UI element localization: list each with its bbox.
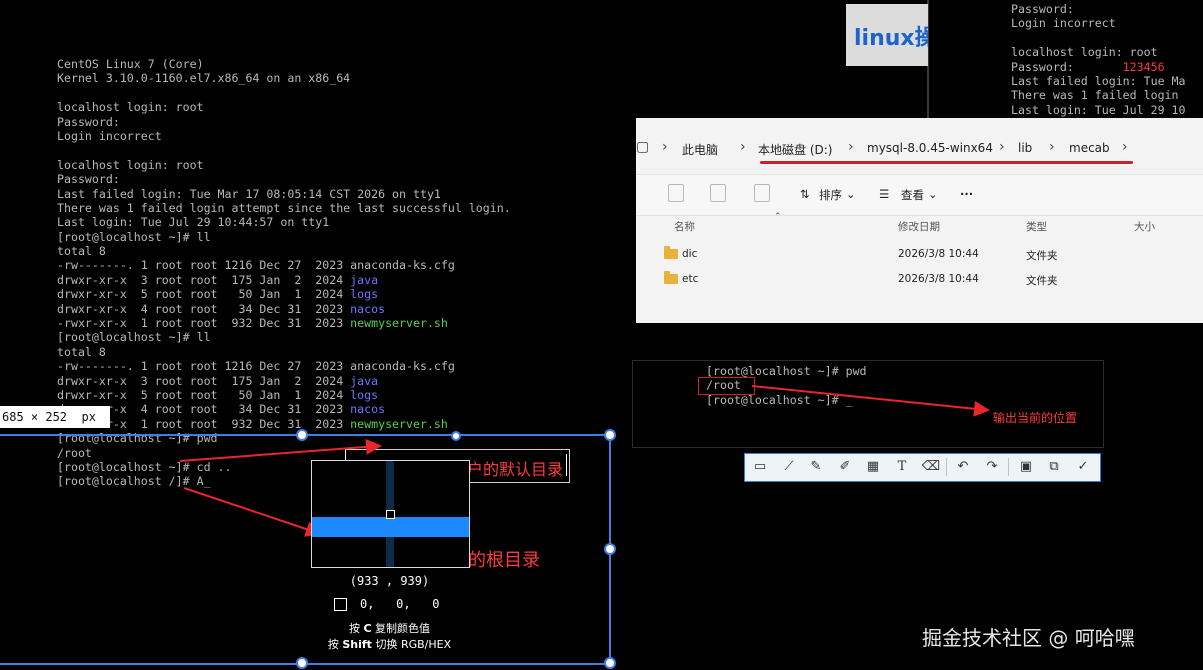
hint-key: C bbox=[363, 622, 372, 635]
watermark: 掘金技术社区 @ 呵哈嘿 bbox=[922, 626, 1135, 650]
arrow-mid bbox=[751, 385, 990, 417]
color-value: 0, 0, 0 bbox=[360, 597, 440, 611]
hint-text: 按 bbox=[327, 638, 343, 651]
hint-text: 切换 RGB/HEX bbox=[371, 638, 452, 651]
color-magnifier bbox=[311, 460, 470, 568]
magnifier-center-pixel bbox=[386, 510, 395, 519]
hint-text: 复制颜色值 bbox=[371, 622, 431, 635]
arrow-root bbox=[183, 487, 322, 537]
copy-color-hint: 按 C 复制颜色值 bbox=[311, 620, 468, 636]
hint-text: 按 bbox=[348, 622, 364, 635]
color-swatch bbox=[334, 598, 347, 611]
switch-format-hint: 按 Shift 切换 RGB/HEX bbox=[311, 636, 468, 652]
cursor-coordinates: (933 , 939) bbox=[349, 574, 430, 588]
hint-key: Shift bbox=[342, 638, 372, 651]
arrow-pwd bbox=[179, 438, 382, 462]
annotation-arrows bbox=[179, 385, 990, 537]
magnifier-crosshair bbox=[312, 517, 469, 537]
